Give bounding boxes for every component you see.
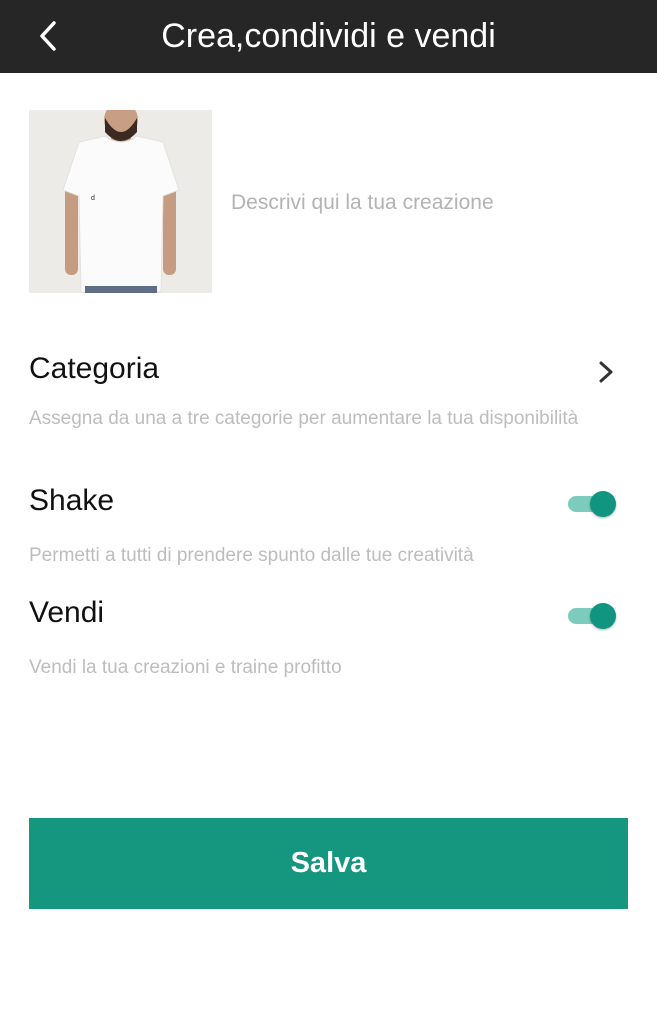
sell-toggle-thumb bbox=[590, 603, 616, 629]
save-button[interactable]: Salva bbox=[29, 818, 628, 909]
category-title[interactable]: Categoria bbox=[29, 352, 159, 386]
svg-text:d: d bbox=[91, 195, 95, 202]
chevron-left-icon bbox=[40, 21, 56, 51]
sell-description: Vendi la tua creazioni e traine profitto bbox=[29, 657, 342, 678]
shake-toggle[interactable] bbox=[566, 488, 618, 518]
chevron-right-icon[interactable] bbox=[594, 358, 618, 386]
shake-toggle-thumb bbox=[590, 491, 616, 517]
shake-title: Shake bbox=[29, 484, 115, 517]
shake-description: Permetti a tutti di prendere spunto dall… bbox=[29, 545, 474, 566]
sell-title: Vendi bbox=[29, 596, 105, 629]
white-tshirt-model-photo: d bbox=[29, 110, 212, 293]
creation-photo[interactable]: d bbox=[29, 110, 212, 293]
description-input[interactable] bbox=[231, 186, 611, 220]
category-description: Assegna da una a tre categorie per aumen… bbox=[29, 408, 579, 429]
back-button[interactable] bbox=[22, 10, 74, 62]
page-title: Crea,condividi e vendi bbox=[161, 17, 496, 55]
sell-toggle[interactable] bbox=[566, 600, 618, 630]
app-bar: Crea,condividi e vendi bbox=[0, 0, 657, 73]
